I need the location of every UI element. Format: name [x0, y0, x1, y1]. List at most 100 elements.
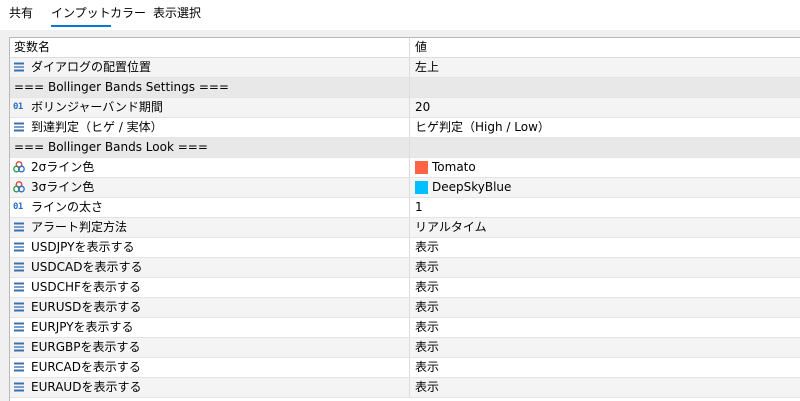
value-text: 表示 — [415, 300, 440, 314]
table-row[interactable]: USDCHFを表示する 表示 — [10, 278, 800, 298]
enum-icon — [14, 342, 24, 352]
integer-icon: 01 — [13, 102, 23, 112]
value-cell[interactable]: DeepSkyBlue — [410, 178, 800, 197]
variable-name: USDCHFを表示する — [31, 280, 141, 294]
value-cell[interactable]: 1 — [410, 198, 800, 217]
value-cell[interactable]: 表示 — [410, 258, 800, 277]
value-cell[interactable]: 表示 — [410, 378, 800, 397]
variable-name-cell: 01 ボリンジャーバンド期間 — [10, 98, 410, 117]
header-variable-name-label: 変数名 — [14, 40, 51, 54]
table-row[interactable]: EURUSDを表示する 表示 — [10, 298, 800, 318]
value-text: 表示 — [415, 340, 440, 354]
tab-colors[interactable]: カラー — [110, 5, 146, 25]
color-palette-icon — [13, 181, 25, 193]
table-row[interactable]: EURGBPを表示する 表示 — [10, 338, 800, 358]
color-swatch[interactable] — [415, 181, 428, 194]
variable-name-cell: EURGBPを表示する — [10, 338, 410, 357]
value-cell — [410, 78, 800, 97]
table-row[interactable]: 到達判定（ヒゲ / 実体） ヒゲ判定（High / Low） — [10, 118, 800, 138]
variable-name-cell: USDCADを表示する — [10, 258, 410, 277]
value-text: 1 — [415, 200, 423, 214]
enum-icon — [14, 282, 24, 292]
table-row[interactable]: USDCADを表示する 表示 — [10, 258, 800, 278]
table-row[interactable]: アラート判定方法 リアルタイム — [10, 218, 800, 238]
value-cell[interactable]: 表示 — [410, 338, 800, 357]
value-text: 表示 — [415, 380, 440, 394]
variable-name-cell: ダイアログの配置位置 — [10, 58, 410, 77]
value-text: リアルタイム — [415, 220, 487, 234]
table-row[interactable]: EURJPYを表示する 表示 — [10, 318, 800, 338]
value-cell[interactable]: 左上 — [410, 58, 800, 77]
variable-name: ラインの太さ — [31, 200, 104, 214]
header-value[interactable]: 値 — [410, 38, 800, 57]
variable-name: USDJPYを表示する — [31, 240, 135, 254]
variable-name-cell: 3σライン色 — [10, 178, 410, 197]
value-cell[interactable]: 表示 — [410, 318, 800, 337]
variable-name: === Bollinger Bands Settings === — [14, 80, 229, 94]
value-cell[interactable]: 表示 — [410, 238, 800, 257]
variable-name: 2σライン色 — [31, 160, 95, 174]
tab-share[interactable]: 共有 — [9, 5, 33, 25]
color-palette-icon — [13, 161, 25, 173]
variable-name-cell: USDJPYを表示する — [10, 238, 410, 257]
integer-icon: 01 — [13, 202, 23, 212]
tab-visualization[interactable]: 表示選択 — [153, 5, 201, 25]
variable-name: EURJPYを表示する — [31, 320, 134, 334]
value-cell[interactable]: 表示 — [410, 358, 800, 377]
variable-name: 到達判定（ヒゲ / 実体） — [31, 120, 163, 134]
variable-name-cell: EURJPYを表示する — [10, 318, 410, 337]
enum-icon — [14, 362, 24, 372]
variable-name-cell: EURCADを表示する — [10, 358, 410, 377]
variable-name-cell: アラート判定方法 — [10, 218, 410, 237]
value-cell[interactable]: リアルタイム — [410, 218, 800, 237]
variable-name: === Bollinger Bands Look === — [14, 140, 208, 154]
variable-name: 3σライン色 — [31, 180, 95, 194]
enum-icon — [14, 382, 24, 392]
header-value-label: 値 — [415, 40, 428, 54]
table-row[interactable]: ダイアログの配置位置 左上 — [10, 58, 800, 78]
table-row[interactable]: EURAUDを表示する 表示 — [10, 378, 800, 398]
enum-icon — [14, 242, 24, 252]
enum-icon — [14, 222, 24, 232]
variable-name: アラート判定方法 — [31, 220, 128, 234]
value-cell[interactable]: Tomato — [410, 158, 800, 177]
tab-inputs[interactable]: インプット — [51, 5, 111, 27]
table-row[interactable]: 3σライン色 DeepSkyBlue — [10, 178, 800, 198]
group-row[interactable]: === Bollinger Bands Look === — [10, 138, 800, 158]
header-variable-name[interactable]: 変数名 — [10, 38, 410, 57]
table-row[interactable]: EURCADを表示する 表示 — [10, 358, 800, 378]
value-cell[interactable]: ヒゲ判定（High / Low） — [410, 118, 800, 137]
table-row[interactable]: 01 ラインの太さ 1 — [10, 198, 800, 218]
tab-bar: 共有 インプット カラー 表示選択 — [0, 0, 800, 30]
value-cell[interactable]: 表示 — [410, 278, 800, 297]
table-row[interactable]: 2σライン色 Tomato — [10, 158, 800, 178]
variable-name: EURCADを表示する — [31, 360, 141, 374]
value-text: 表示 — [415, 280, 440, 294]
enum-icon — [14, 122, 24, 132]
variable-name-cell: 01 ラインの太さ — [10, 198, 410, 217]
enum-icon — [14, 302, 24, 312]
value-text: DeepSkyBlue — [432, 180, 512, 194]
enum-icon — [14, 262, 24, 272]
variable-name-cell: USDCHFを表示する — [10, 278, 410, 297]
color-swatch[interactable] — [415, 161, 428, 174]
value-cell[interactable]: 表示 — [410, 298, 800, 317]
variable-name-cell: === Bollinger Bands Settings === — [10, 78, 410, 97]
value-cell — [410, 138, 800, 157]
enum-icon — [14, 322, 24, 332]
table-row[interactable]: 01 ボリンジャーバンド期間 20 — [10, 98, 800, 118]
group-row[interactable]: === Bollinger Bands Settings === — [10, 78, 800, 98]
inputs-table: 変数名 値 ダイアログの配置位置 左上 === Bollinger Bands Se… — [9, 37, 800, 401]
variable-name-cell: EURAUDを表示する — [10, 378, 410, 397]
inputs-panel: 変数名 値 ダイアログの配置位置 左上 === Bollinger Bands Se… — [0, 30, 800, 401]
variable-name: USDCADを表示する — [31, 260, 143, 274]
variable-name-cell: 到達判定（ヒゲ / 実体） — [10, 118, 410, 137]
value-text: 表示 — [415, 360, 440, 374]
table-row[interactable]: USDJPYを表示する 表示 — [10, 238, 800, 258]
table-header: 変数名 値 — [10, 38, 800, 58]
variable-name: EURAUDを表示する — [31, 380, 142, 394]
enum-icon — [14, 62, 24, 72]
value-cell[interactable]: 20 — [410, 98, 800, 117]
variable-name-cell: === Bollinger Bands Look === — [10, 138, 410, 157]
value-text: 表示 — [415, 320, 440, 334]
